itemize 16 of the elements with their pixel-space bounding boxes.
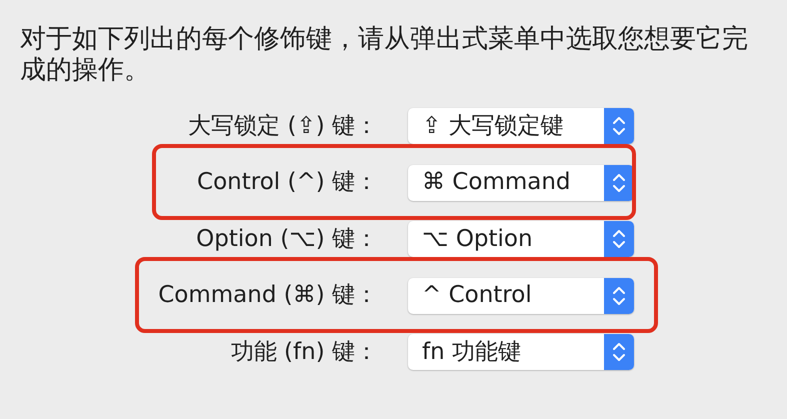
instruction-text: 对于如下列出的每个修饰键，请从弹出式菜单中选取您想要它完成的操作。 bbox=[20, 24, 749, 86]
row-label: 大写锁定 (⇪) 键： bbox=[187, 112, 378, 141]
stepper-arrows-icon bbox=[604, 164, 634, 200]
stepper-arrows-icon bbox=[604, 221, 634, 257]
stepper-arrows-icon bbox=[604, 278, 634, 314]
stepper-arrows-icon bbox=[604, 108, 634, 144]
popup-menu[interactable]: ⌘ Command bbox=[408, 164, 634, 200]
row-label: Option (⌥) 键： bbox=[195, 224, 378, 254]
popup-menu[interactable]: ⇪ 大写锁定键 bbox=[408, 108, 634, 144]
row-label: Control (^) 键： bbox=[196, 168, 378, 198]
row-label: 功能 (fn) 键： bbox=[230, 338, 378, 367]
stepper-arrows-icon bbox=[604, 334, 634, 370]
popup-menu[interactable]: ^ Control bbox=[408, 278, 634, 314]
popup-menu[interactable]: fn 功能键 bbox=[408, 334, 634, 370]
popup-menu[interactable]: ⌥ Option bbox=[408, 221, 634, 257]
row-label: Command (⌘) 键： bbox=[157, 281, 378, 310]
